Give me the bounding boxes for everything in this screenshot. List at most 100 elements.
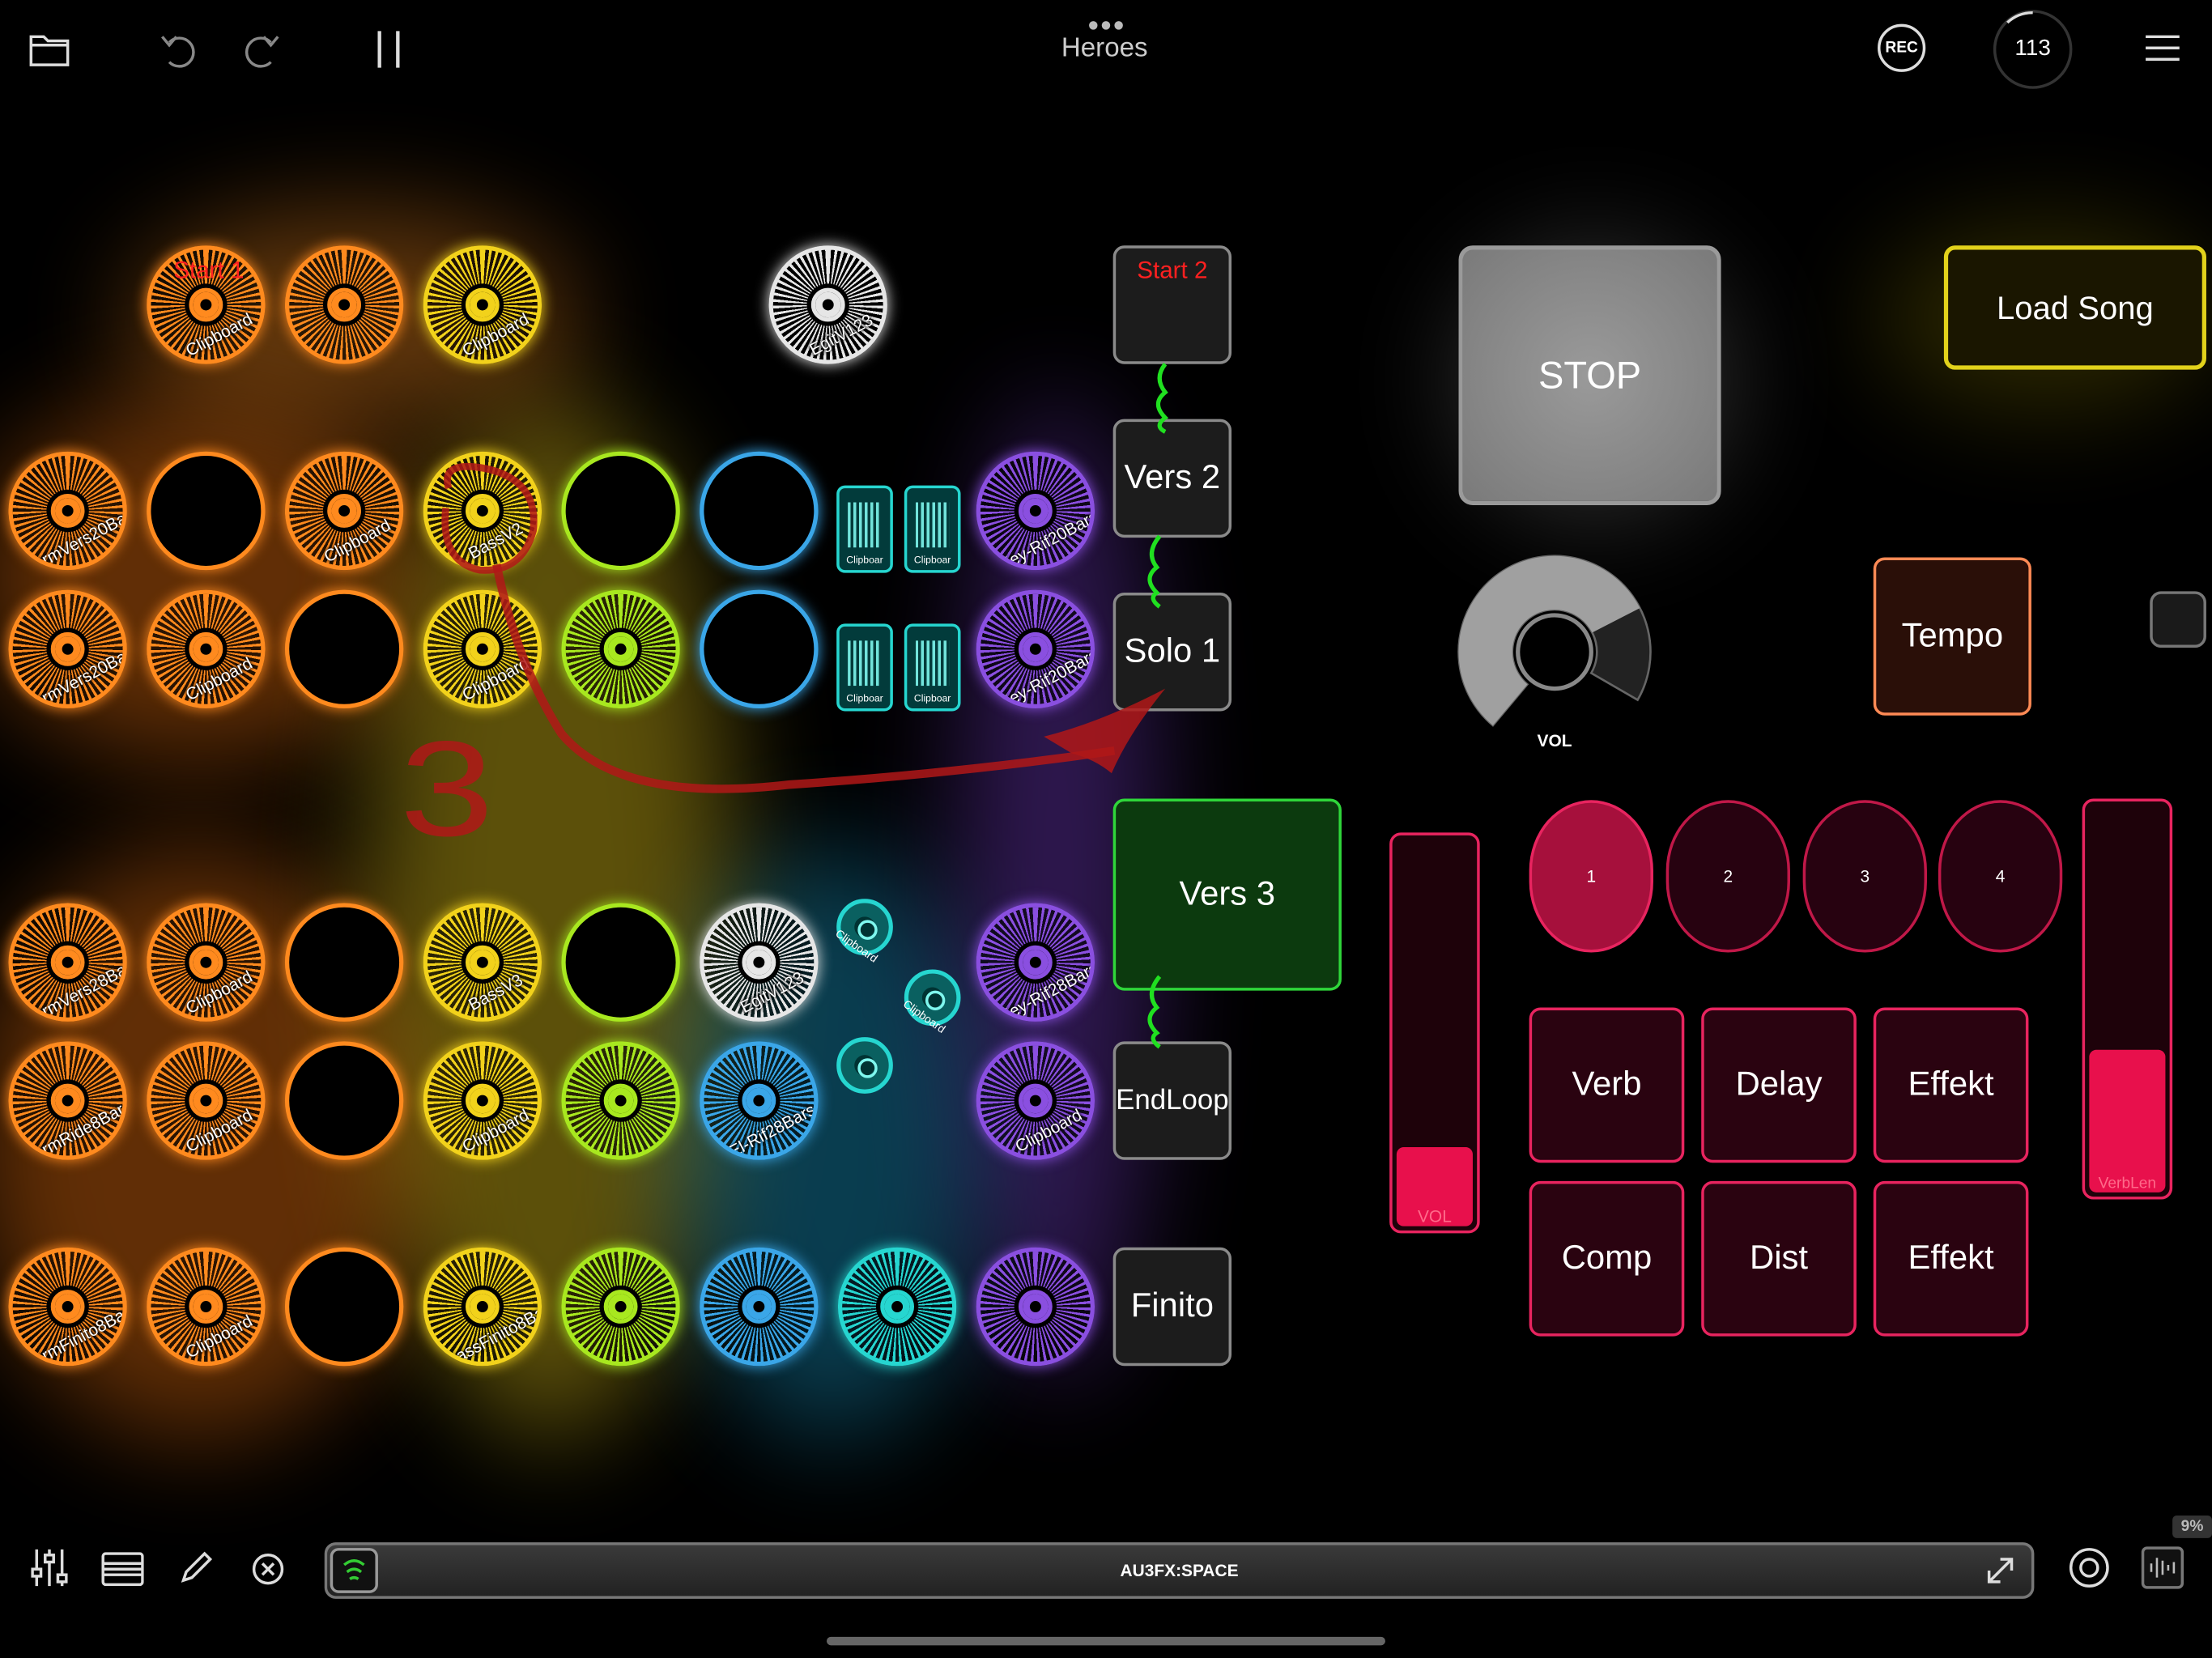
small-square-button[interactable] <box>2150 591 2206 648</box>
verblen-fader-label: VerbLen <box>2098 1175 2157 1192</box>
clip-slot[interactable] <box>561 451 680 571</box>
clip-slot[interactable]: Key-Rif28Bars <box>976 903 1095 1022</box>
clip-slot[interactable] <box>284 1247 404 1367</box>
mini-clip[interactable]: Clipboar <box>904 485 961 573</box>
clip-slot[interactable]: DrmFinito8Bars <box>8 1247 127 1367</box>
clip-slot[interactable] <box>284 903 404 1022</box>
clip-slot[interactable]: DrmRide8Bars <box>8 1041 127 1160</box>
expand-icon[interactable] <box>1986 1557 2014 1592</box>
app-stage: Heroes REC 113 Clipboard Clipboard EgitV12… <box>0 0 2212 1658</box>
scene-button-solo1[interactable]: Solo 1 <box>1112 593 1232 712</box>
clip-slot[interactable]: EgitV123 <box>700 903 819 1022</box>
fx-pad-delay[interactable]: Delay <box>1701 1007 1857 1163</box>
clip-slot[interactable]: Clipboard <box>147 589 266 708</box>
undo-icon[interactable] <box>158 28 200 78</box>
clip-slot[interactable] <box>561 1247 680 1367</box>
fx-pad-effekt-2[interactable]: Effekt <box>1873 1180 2029 1337</box>
pencil-icon[interactable] <box>178 1550 215 1593</box>
small-clip[interactable]: Clipboard <box>833 899 893 965</box>
hamburger-menu-icon[interactable] <box>2146 34 2180 70</box>
scene-button-vers3[interactable]: Vers 3 <box>1112 798 1342 991</box>
clip-slot[interactable]: EgitV123 <box>768 245 887 364</box>
volume-fader-label: VOL <box>1417 1206 1452 1226</box>
fx-pad-effekt[interactable]: Effekt <box>1873 1007 2029 1163</box>
redo-icon[interactable] <box>240 28 282 78</box>
clip-slot[interactable] <box>561 903 680 1022</box>
clip-slot[interactable]: Key-Rif20Bars <box>976 451 1095 571</box>
fx-pad-comp[interactable]: Comp <box>1529 1180 1685 1337</box>
clip-slot[interactable]: Clipboard <box>423 245 542 364</box>
number-annotation: 3 <box>399 713 494 865</box>
volume-knob-arc <box>1457 555 1652 727</box>
small-clip[interactable]: Clipboard <box>900 969 961 1035</box>
waveform-icon <box>848 502 882 548</box>
glow-yellow <box>366 395 734 1439</box>
clip-slot[interactable]: DrmVers20Bars <box>8 451 127 571</box>
volume-knob-label: VOL <box>1537 730 1572 751</box>
clip-slot[interactable]: BassFinito8Bars <box>423 1247 542 1367</box>
volume-knob[interactable] <box>1453 553 1657 728</box>
waveform-icon <box>915 640 950 687</box>
preset-pad-4[interactable]: 4 <box>1938 800 2063 953</box>
clip-slot[interactable]: El-Rif28Bars <box>700 1041 819 1160</box>
clip-slot[interactable] <box>700 1247 819 1367</box>
start2-annotation: Start 2 <box>1137 257 1208 284</box>
target-icon[interactable] <box>2068 1546 2110 1596</box>
clip-slot[interactable]: DrmVers20Bars <box>8 589 127 708</box>
clip-slot[interactable] <box>700 589 819 708</box>
close-circle-icon[interactable] <box>251 1552 285 1593</box>
plugin-name: AU3FX:SPACE <box>1120 1560 1239 1581</box>
stop-button[interactable]: STOP <box>1458 245 1721 505</box>
clip-slot[interactable] <box>837 1247 957 1367</box>
mini-clip[interactable]: Clipboar <box>836 623 893 712</box>
fx-pad-verb[interactable]: Verb <box>1529 1007 1685 1163</box>
clip-slot[interactable]: DrmVers28Bars <box>8 903 127 1022</box>
scene-button-finito[interactable]: Finito <box>1112 1247 1232 1367</box>
folder-icon[interactable] <box>28 31 70 74</box>
clip-slot[interactable]: Clipboard <box>284 451 404 571</box>
clip-slot[interactable]: BassV3 <box>423 903 542 1022</box>
clip-slot[interactable]: Clipboard <box>423 589 542 708</box>
verblen-fader-fill <box>2089 1050 2166 1192</box>
record-button[interactable]: REC <box>1878 23 1926 72</box>
clip-slot[interactable] <box>561 1041 680 1160</box>
preset-pad-1[interactable]: 1 <box>1529 800 1653 953</box>
list-icon[interactable] <box>101 1552 144 1593</box>
tempo-button[interactable]: Tempo <box>1873 557 2031 716</box>
clip-slot[interactable] <box>147 451 266 571</box>
start1-annotation: Start 1 <box>173 257 245 284</box>
tempo-ring-icon <box>1993 10 2073 89</box>
cpu-meter: 9% <box>2172 1515 2212 1538</box>
clip-slot[interactable] <box>700 451 819 571</box>
verblen-fader[interactable]: VerbLen <box>2082 798 2173 1200</box>
clip-slot[interactable] <box>284 245 404 364</box>
waveform-icon <box>848 640 882 687</box>
mini-clip[interactable]: Clipboar <box>836 485 893 573</box>
volume-fader[interactable]: VOL <box>1389 832 1480 1234</box>
waveform-box-icon[interactable] <box>2141 1546 2184 1589</box>
home-indicator <box>826 1636 1385 1646</box>
load-song-button[interactable]: Load Song <box>1943 245 2206 370</box>
clip-slot[interactable] <box>561 589 680 708</box>
clip-slot[interactable]: BassV2 <box>423 451 542 571</box>
song-title: Heroes <box>1061 33 1148 64</box>
clip-slot[interactable]: Clipboard <box>147 1041 266 1160</box>
clip-slot[interactable]: Key-Rif20Bars <box>976 589 1095 708</box>
clip-slot[interactable] <box>976 1247 1095 1367</box>
small-clip[interactable] <box>836 1037 893 1094</box>
pause-icon[interactable] <box>374 28 405 78</box>
clip-slot[interactable] <box>284 1041 404 1160</box>
clip-slot[interactable]: Clipboard <box>976 1041 1095 1160</box>
clip-slot[interactable]: Clipboard <box>147 1247 266 1367</box>
clip-slot[interactable] <box>284 589 404 708</box>
fx-pad-dist[interactable]: Dist <box>1701 1180 1857 1337</box>
mini-clip[interactable]: Clipboar <box>904 623 961 712</box>
clip-slot[interactable]: Clipboard <box>423 1041 542 1160</box>
clip-slot[interactable]: Clipboard <box>147 903 266 1022</box>
preset-pad-2[interactable]: 2 <box>1665 800 1790 953</box>
preset-pad-3[interactable]: 3 <box>1802 800 1927 953</box>
scene-button-endloop[interactable]: EndLoop <box>1112 1041 1232 1160</box>
scene-button-vers2[interactable]: Vers 2 <box>1112 419 1232 538</box>
mixer-sliders-icon[interactable] <box>31 1546 68 1596</box>
plugin-bar[interactable]: AU3FX:SPACE <box>324 1542 2035 1599</box>
